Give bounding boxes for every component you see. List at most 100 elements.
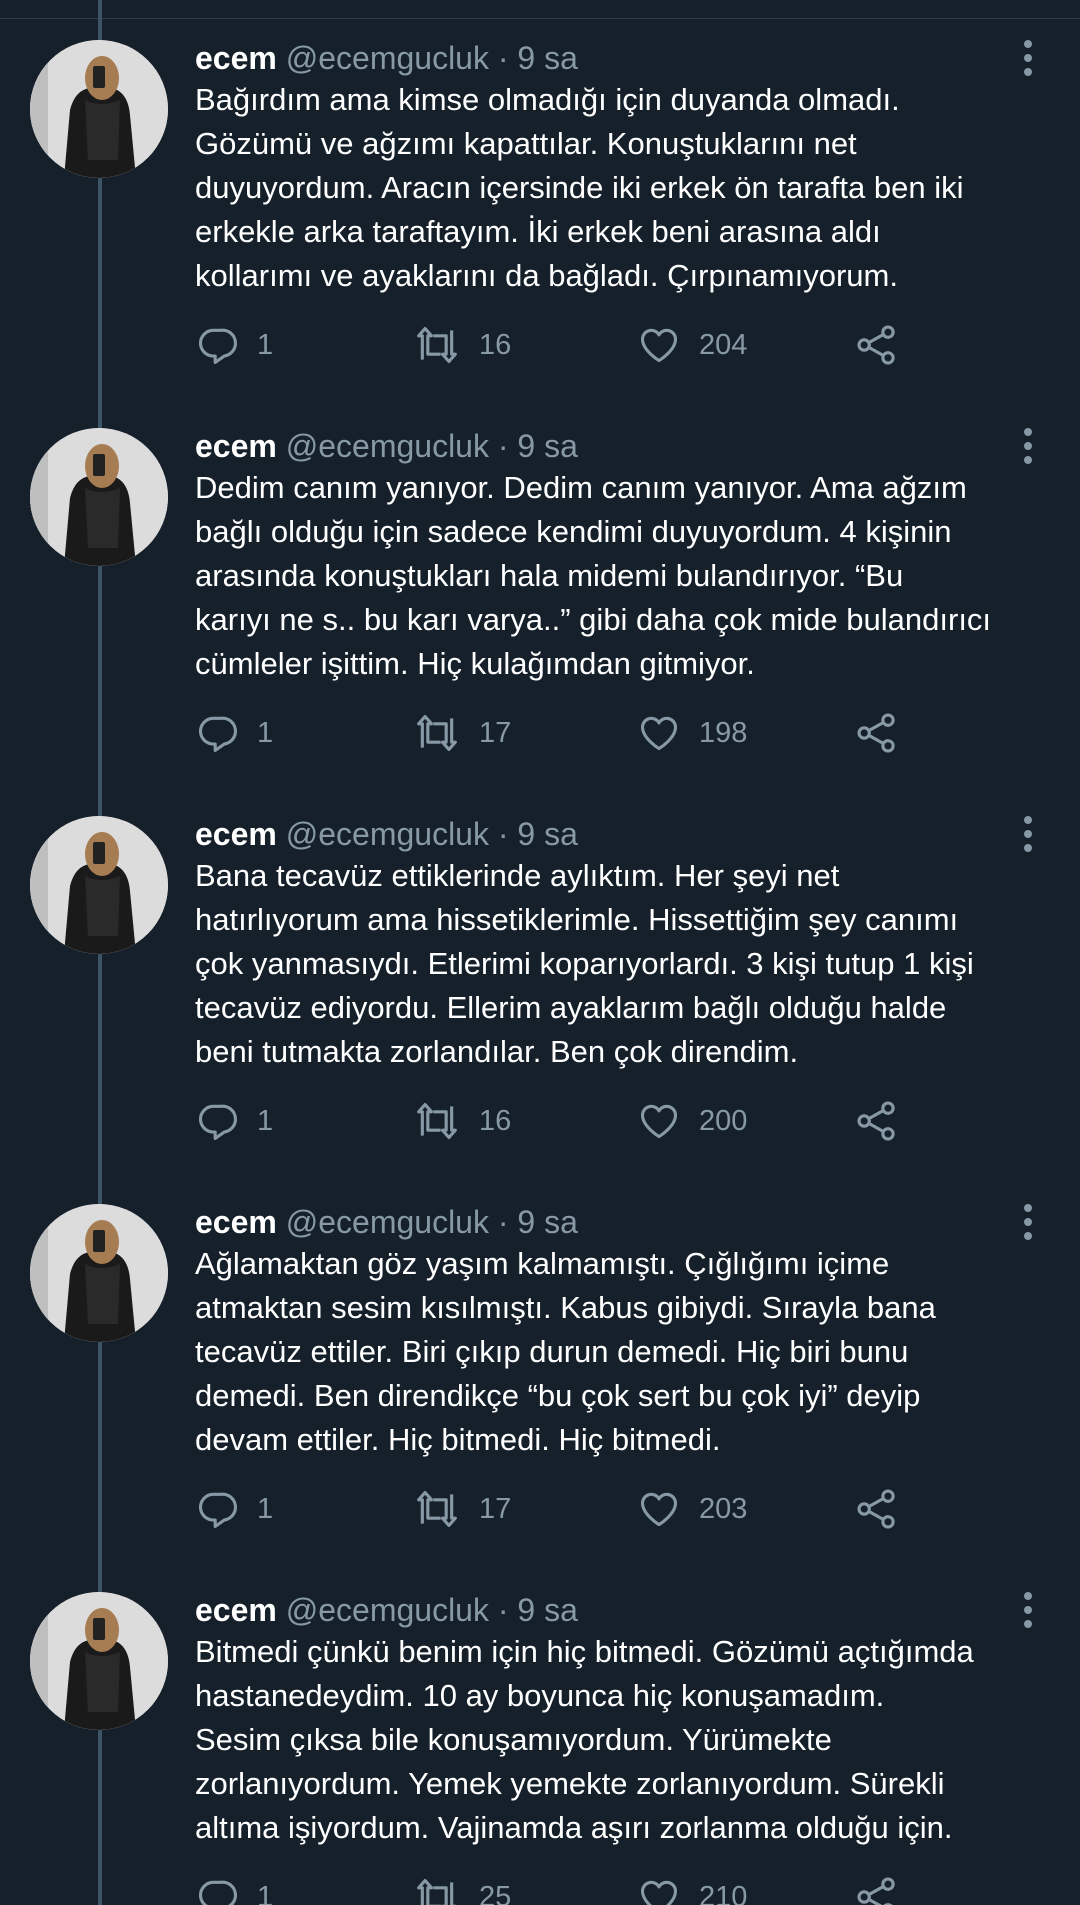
tweet-time[interactable]: 9 sa [517,1592,577,1628]
tweet-text: Dedim canım yanıyor. Dedim canım yanıyor… [195,470,992,681]
like-count: 210 [699,1880,748,1905]
separator-dot: · [497,40,509,76]
reply-button[interactable]: 1 [195,320,273,370]
timeline-page: ecem @ecemgucluk · 9 sa Bağırdım ama kim… [0,0,1080,1905]
separator-dot: · [497,1204,509,1240]
retweet-count: 16 [479,1104,512,1137]
tweet-actions: 1 25 210 [195,1872,955,1905]
share-icon [857,1877,895,1905]
reply-icon [198,1492,237,1528]
tweet-time[interactable]: 9 sa [517,40,577,76]
tweet-time[interactable]: 9 sa [517,1204,577,1240]
tweet[interactable]: ecem @ecemgucluk · 9 sa Bağırdım ama kim… [0,16,1080,404]
retweet-count: 25 [479,1880,512,1905]
separator-dot: · [497,1592,509,1628]
share-icon [857,713,895,753]
reply-icon [198,1880,237,1905]
retweet-button[interactable]: 25 [413,1872,511,1905]
author-name[interactable]: ecem [195,1204,277,1240]
heart-icon [640,1104,678,1139]
author-name[interactable]: ecem [195,1592,277,1628]
author-handle[interactable]: @ecemgucluk [286,1592,489,1628]
author-handle[interactable]: @ecemgucluk [286,816,489,852]
tweet-text: Bitmedi çünkü benim için hiç bitmedi. Gö… [195,1634,974,1845]
retweet-button[interactable]: 17 [413,708,511,758]
tweet-actions: 1 17 198 [195,708,955,758]
reply-button[interactable]: 1 [195,1872,273,1905]
retweet-icon [417,1102,457,1140]
tweet[interactable]: ecem @ecemgucluk · 9 sa Dedim canım yanı… [0,404,1080,792]
share-button[interactable] [855,320,899,370]
tweet-text: Ağlamaktan göz yaşım kalmamıştı. Çığlığı… [195,1246,936,1457]
retweet-button[interactable]: 16 [413,1096,511,1146]
tweet-text: Bağırdım ama kimse olmadığı için duyanda… [195,82,964,293]
tweet-time[interactable]: 9 sa [517,816,577,852]
reply-count: 1 [257,716,274,749]
reply-count: 1 [257,328,274,361]
retweet-button[interactable]: 16 [413,320,511,370]
tweet-header: ecem @ecemgucluk · 9 sa [195,812,578,856]
tweet-actions: 1 17 203 [195,1484,955,1534]
retweet-icon [417,326,457,364]
reply-button[interactable]: 1 [195,708,273,758]
more-options-icon[interactable] [1010,1202,1046,1242]
like-count: 203 [699,1492,748,1525]
like-button[interactable]: 200 [637,1096,747,1146]
like-button[interactable]: 203 [637,1484,747,1534]
tweet[interactable]: ecem @ecemgucluk · 9 sa Ağlamaktan göz y… [0,1180,1080,1568]
tweet-header: ecem @ecemgucluk · 9 sa [195,1200,578,1244]
author-name[interactable]: ecem [195,816,277,852]
author-name[interactable]: ecem [195,428,277,464]
retweet-icon [417,714,457,752]
reply-button[interactable]: 1 [195,1096,273,1146]
avatar[interactable] [30,1204,168,1342]
heart-icon [640,1880,678,1905]
retweet-button[interactable]: 17 [413,1484,511,1534]
avatar[interactable] [30,428,168,566]
reply-icon [198,1104,237,1140]
heart-icon [640,328,678,363]
share-button[interactable] [855,1872,899,1905]
retweet-count: 17 [479,1492,512,1525]
like-button[interactable]: 204 [637,320,747,370]
share-button[interactable] [855,708,899,758]
retweet-icon [417,1490,457,1528]
share-button[interactable] [855,1484,899,1534]
retweet-icon [417,1878,457,1905]
retweet-count: 17 [479,716,512,749]
avatar[interactable] [30,1592,168,1730]
author-handle[interactable]: @ecemgucluk [286,40,489,76]
like-count: 204 [699,328,748,361]
author-handle[interactable]: @ecemgucluk [286,1204,489,1240]
more-options-icon[interactable] [1010,814,1046,854]
separator-dot: · [497,816,509,852]
more-options-icon[interactable] [1010,426,1046,466]
reply-count: 1 [257,1104,274,1137]
tweet-header: ecem @ecemgucluk · 9 sa [195,36,578,80]
share-icon [857,1489,895,1529]
more-options-icon[interactable] [1010,1590,1046,1630]
more-options-icon[interactable] [1010,38,1046,78]
share-icon [857,1101,895,1141]
like-button[interactable]: 210 [637,1872,747,1905]
author-name[interactable]: ecem [195,40,277,76]
separator-dot: · [497,428,509,464]
avatar[interactable] [30,40,168,178]
tweet-time[interactable]: 9 sa [517,428,577,464]
tweet-actions: 1 16 204 [195,320,955,370]
reply-count: 1 [257,1492,274,1525]
like-count: 198 [699,716,748,749]
retweet-count: 16 [479,328,512,361]
reply-count: 1 [257,1880,274,1905]
reply-button[interactable]: 1 [195,1484,273,1534]
share-button[interactable] [855,1096,899,1146]
tweet-header: ecem @ecemgucluk · 9 sa [195,1588,578,1632]
share-icon [857,325,895,365]
avatar[interactable] [30,816,168,954]
tweet[interactable]: ecem @ecemgucluk · 9 sa Bitmedi çünkü be… [0,1568,1080,1905]
tweet-actions: 1 16 200 [195,1096,955,1146]
author-handle[interactable]: @ecemgucluk [286,428,489,464]
like-button[interactable]: 198 [637,708,747,758]
tweet[interactable]: ecem @ecemgucluk · 9 sa Bana tecavüz ett… [0,792,1080,1180]
like-count: 200 [699,1104,748,1137]
